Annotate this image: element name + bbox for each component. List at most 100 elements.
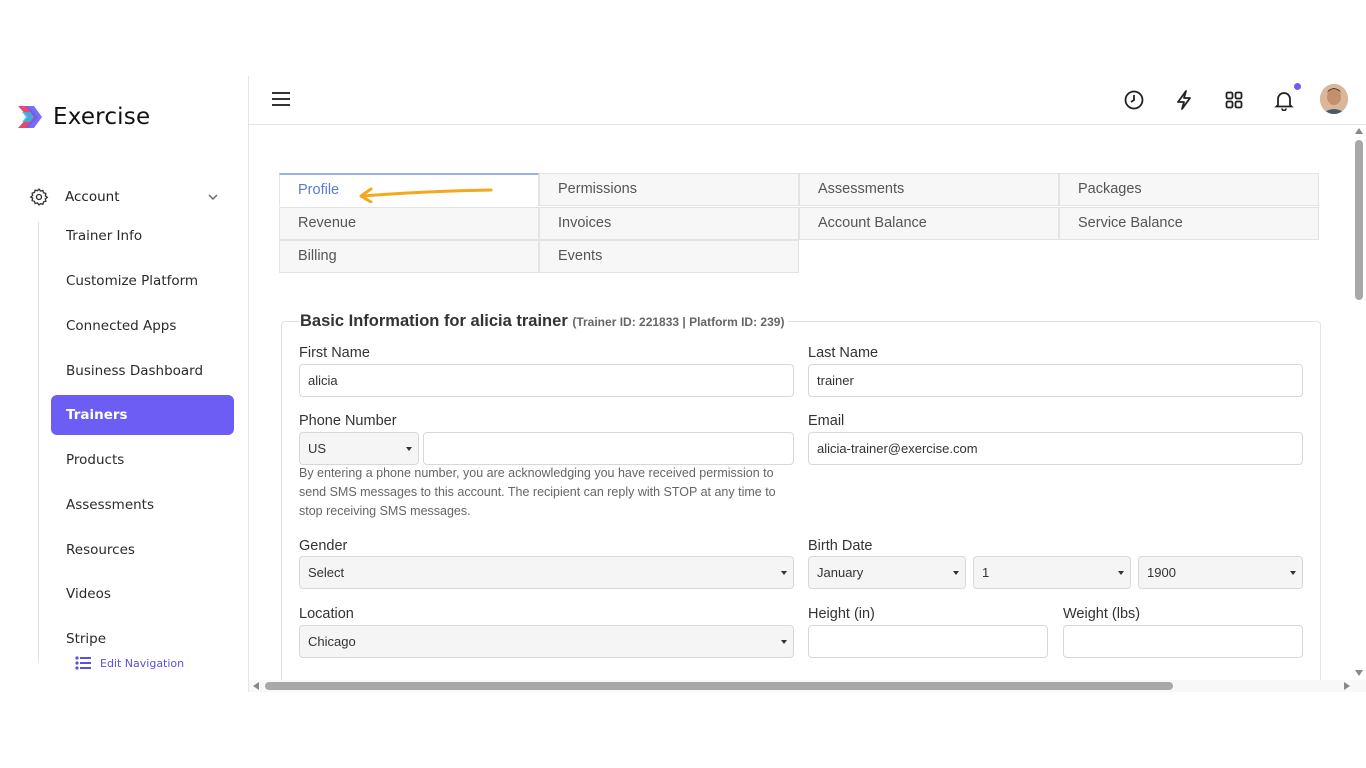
chevron-down-icon <box>208 194 218 200</box>
birth-year-select[interactable]: 1900 <box>1138 556 1303 589</box>
sidebar-item-customize-platform[interactable]: Customize Platform <box>51 261 234 301</box>
phone-help-text: By entering a phone number, you are ackn… <box>299 466 776 518</box>
tab-service-balance[interactable]: Service Balance <box>1059 207 1319 240</box>
first-name-field[interactable]: alicia <box>299 364 794 397</box>
avatar[interactable] <box>1320 84 1348 114</box>
notification-dot <box>1294 83 1301 90</box>
edit-navigation-label: Edit Navigation <box>100 656 185 670</box>
location-select[interactable]: Chicago <box>299 625 794 658</box>
tab-account-balance[interactable]: Account Balance <box>799 207 1059 240</box>
first-name-label: First Name <box>299 345 370 361</box>
brand[interactable]: Exercise <box>16 102 150 132</box>
tab-label: Invoices <box>558 215 612 231</box>
brand-name: Exercise <box>53 104 151 130</box>
tab-invoices[interactable]: Invoices <box>539 207 799 240</box>
tab-label: Profile <box>298 182 340 198</box>
sidebar-item-label: Trainer Info <box>66 228 143 244</box>
email-field[interactable]: alicia-trainer@exercise.com <box>808 432 1303 465</box>
nav-divider <box>38 222 39 662</box>
caret-down-icon <box>781 571 787 575</box>
caret-down-icon <box>781 640 787 644</box>
grid-icon[interactable] <box>1223 89 1245 111</box>
horizontal-scroll-thumb[interactable] <box>265 682 1173 690</box>
panel-title-text: Basic Information for alicia trainer <box>300 312 568 330</box>
tab-label: Service Balance <box>1078 215 1183 231</box>
last-name-label: Last Name <box>808 345 879 361</box>
basic-information-panel: Basic Information for alicia trainer (Tr… <box>281 312 1321 680</box>
birth-month-value: January <box>817 565 864 580</box>
phone-number-field[interactable] <box>423 432 794 465</box>
sidebar-item-connected-apps[interactable]: Connected Apps <box>51 306 234 346</box>
bell-icon[interactable] <box>1273 89 1295 111</box>
horizontal-scrollbar[interactable] <box>249 680 1366 692</box>
vertical-scroll-thumb[interactable] <box>1355 140 1363 300</box>
gender-select[interactable]: Select <box>299 556 794 589</box>
list-icon <box>75 656 91 670</box>
caret-down-icon <box>1290 571 1296 575</box>
gender-value: Select <box>308 565 345 580</box>
edit-navigation-link[interactable]: Edit Navigation <box>75 656 184 670</box>
birth-date-label: Birth Date <box>808 538 873 554</box>
annotation-arrow-icon <box>359 187 493 203</box>
weight-field[interactable] <box>1063 625 1303 658</box>
scroll-down-icon[interactable] <box>1355 670 1363 676</box>
gear-icon <box>29 188 49 206</box>
phone-country-value: US <box>308 441 327 456</box>
menu-icon[interactable] <box>272 91 290 107</box>
weight-label: Weight (lbs) <box>1063 606 1141 622</box>
tab-label: Events <box>558 248 603 264</box>
location-label: Location <box>299 606 354 622</box>
phone-country-select[interactable]: US <box>299 432 419 465</box>
sidebar-item-label: Assessments <box>66 497 155 513</box>
sidebar-item-assessments[interactable]: Assessments <box>51 485 234 525</box>
scroll-up-icon[interactable] <box>1355 128 1363 134</box>
tab-events[interactable]: Events <box>539 240 799 273</box>
last-name-field[interactable]: trainer <box>808 364 1303 397</box>
scroll-right-icon[interactable] <box>1344 682 1350 690</box>
gender-label: Gender <box>299 538 348 554</box>
sidebar-item-label: Business Dashboard <box>66 363 204 379</box>
tab-revenue[interactable]: Revenue <box>279 207 539 240</box>
sidebar-item-label: Trainers <box>66 407 128 423</box>
sidebar-item-stripe[interactable]: Stripe <box>51 619 234 659</box>
height-label: Height (in) <box>808 606 875 622</box>
exercise-logo-icon <box>18 106 42 128</box>
sidebar-item-trainers[interactable]: Trainers <box>51 395 234 435</box>
sidebar-section-label: Account <box>65 189 120 205</box>
sidebar-item-resources[interactable]: Resources <box>51 530 234 570</box>
tab-packages[interactable]: Packages <box>1059 173 1319 206</box>
main-content: Profile Permissions Assessments Packages… <box>249 126 1352 680</box>
caret-down-icon <box>1118 571 1124 575</box>
sidebar-item-label: Stripe <box>66 631 107 647</box>
birth-day-value: 1 <box>982 565 990 580</box>
height-field[interactable] <box>808 625 1048 658</box>
tab-label: Account Balance <box>818 215 927 231</box>
sidebar-item-products[interactable]: Products <box>51 440 234 480</box>
top-header <box>249 76 1366 125</box>
vertical-scrollbar[interactable] <box>1352 126 1366 680</box>
sidebar-section-account[interactable]: Account <box>29 182 219 212</box>
panel-title: Basic Information for alicia trainer (Tr… <box>300 312 789 331</box>
tab-label: Permissions <box>558 181 637 197</box>
sidebar-item-label: Connected Apps <box>66 318 177 334</box>
birth-month-select[interactable]: January <box>808 556 966 589</box>
sidebar-item-trainer-info[interactable]: Trainer Info <box>51 216 234 256</box>
sidebar-item-videos[interactable]: Videos <box>51 574 234 614</box>
tab-assessments[interactable]: Assessments <box>799 173 1059 206</box>
tab-label: Billing <box>298 248 337 264</box>
caret-down-icon <box>406 447 412 451</box>
birth-year-value: 1900 <box>1147 565 1176 580</box>
tab-permissions[interactable]: Permissions <box>539 173 799 206</box>
birth-day-select[interactable]: 1 <box>973 556 1131 589</box>
avatar-image-icon <box>1320 84 1348 114</box>
tab-billing[interactable]: Billing <box>279 240 539 273</box>
caret-down-icon <box>953 571 959 575</box>
phone-number-label: Phone Number <box>299 413 397 429</box>
sidebar-item-business-dashboard[interactable]: Business Dashboard <box>51 351 234 391</box>
scroll-left-icon[interactable] <box>253 682 259 690</box>
lightning-icon[interactable] <box>1173 89 1195 111</box>
clock-icon[interactable] <box>1123 89 1145 111</box>
location-value: Chicago <box>308 634 356 649</box>
tab-label: Assessments <box>818 181 905 197</box>
sidebar: Exercise Account Trainer Info Customize … <box>0 76 249 692</box>
